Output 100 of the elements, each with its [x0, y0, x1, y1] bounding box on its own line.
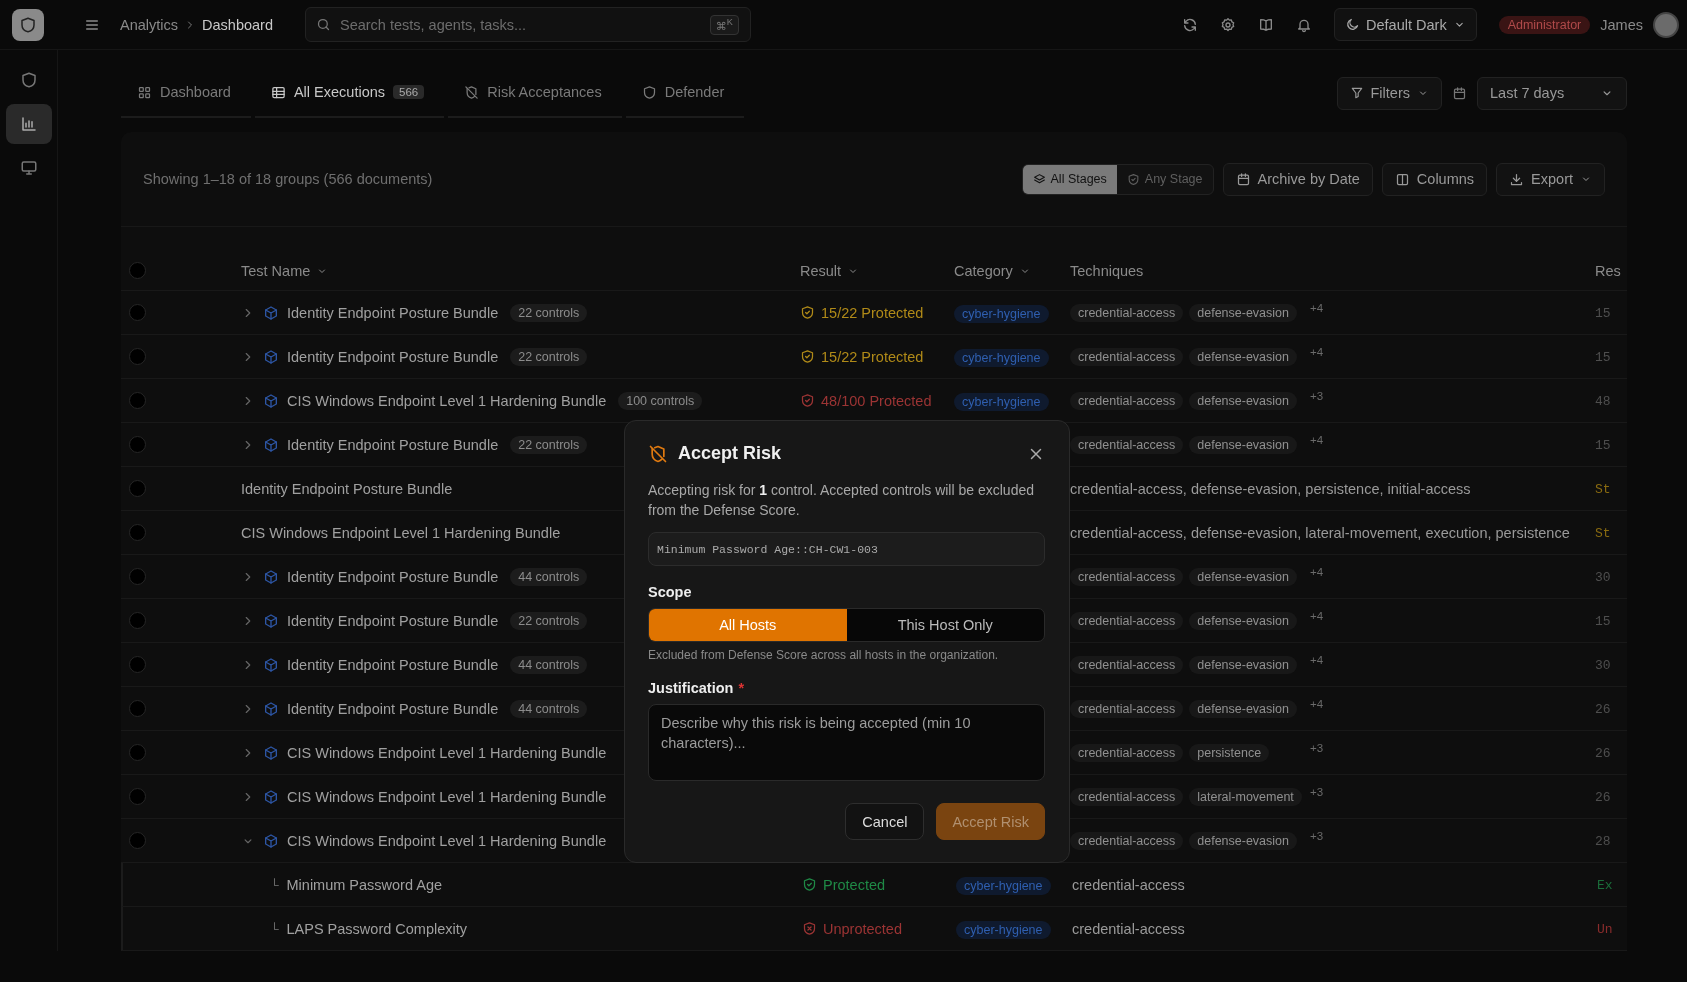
test-name[interactable]: Identity Endpoint Posture Bundle: [287, 348, 499, 365]
technique-tag: credential-access: [1070, 699, 1184, 718]
result-status: 15/22 Protected: [821, 304, 924, 321]
techniques-text: credential-access, defense-evasion, lateral-movement, execution, persistence: [1070, 524, 1570, 541]
table-cell: Ex: [1597, 878, 1613, 893]
result-status: 15/22 Protected: [821, 348, 924, 365]
technique-tag: credential-access: [1070, 391, 1184, 410]
technique-tag: credential-access: [1070, 567, 1184, 586]
row-checkbox[interactable]: [129, 568, 146, 585]
tab[interactable]: Dashboard: [121, 68, 251, 118]
row-checkbox[interactable]: [129, 480, 146, 497]
shield-off-icon: [648, 443, 668, 464]
row-checkbox[interactable]: [129, 832, 146, 849]
column-header[interactable]: Test Name: [241, 262, 311, 279]
category-tag: cyber-hygiene: [954, 348, 1049, 367]
book-icon[interactable]: [1258, 16, 1275, 33]
technique-tag: defense-evasion: [1189, 831, 1297, 850]
table-cell: 26: [1595, 746, 1611, 761]
category-tag: cyber-hygiene: [954, 392, 1049, 411]
tab[interactable]: Defender: [625, 68, 745, 118]
table-cell: 48: [1595, 394, 1611, 409]
test-name[interactable]: CIS Windows Endpoint Level 1 Hardening Bundle: [287, 744, 607, 761]
columns-button[interactable]: Columns: [1381, 162, 1488, 196]
settings-icon[interactable]: [1220, 16, 1237, 33]
technique-tag: lateral-movement: [1189, 787, 1302, 806]
required-mark: *: [738, 680, 745, 696]
sidebar-item[interactable]: [5, 104, 52, 144]
test-name[interactable]: Identity Endpoint Posture Bundle: [287, 436, 499, 453]
cube-icon: [263, 744, 279, 761]
date-range-select[interactable]: Last 7 days: [1477, 76, 1627, 110]
table-cell: 26: [1595, 702, 1611, 717]
controls-count: 44 controls: [510, 699, 588, 718]
more-count: +3: [1310, 785, 1324, 798]
table-cell: 15: [1595, 614, 1611, 629]
archive-button[interactable]: Archive by Date: [1222, 162, 1373, 196]
dialog-message: Accepting risk for 1 control. Accepted controls will be excluded from the Defense Score.: [648, 481, 1035, 520]
tab[interactable]: All Executions 566: [254, 68, 445, 118]
table-cell: 26: [1595, 790, 1611, 805]
justification-field[interactable]: Describe why this risk is being accepted (min 10 characters)...: [648, 704, 1045, 781]
app-logo[interactable]: [12, 8, 44, 41]
technique-tag: credential-access: [1070, 611, 1184, 630]
tab[interactable]: Risk Acceptances: [448, 68, 622, 118]
test-name[interactable]: Identity Endpoint Posture Bundle: [287, 656, 499, 673]
technique-tag: credential-access: [1070, 831, 1184, 850]
controls-count: 22 controls: [510, 347, 588, 366]
technique-tag: defense-evasion: [1189, 391, 1297, 410]
row-checkbox[interactable]: [129, 348, 146, 365]
category-tag: cyber-hygiene: [956, 876, 1051, 895]
field-label: Scope: [648, 584, 692, 600]
test-name[interactable]: LAPS Password Complexity: [286, 920, 468, 937]
column-header[interactable]: Category: [954, 262, 1013, 279]
filters-button[interactable]: Filters: [1336, 76, 1442, 110]
table-cell: 15: [1595, 350, 1611, 365]
cube-icon: [263, 348, 279, 365]
test-name[interactable]: Identity Endpoint Posture Bundle: [287, 612, 499, 629]
breadcrumb-link[interactable]: Dashboard: [202, 16, 273, 33]
select-all-checkbox[interactable]: [129, 262, 146, 279]
test-name[interactable]: Identity Endpoint Posture Bundle: [287, 304, 499, 321]
scope-option[interactable]: This Host Only: [846, 609, 1044, 641]
field-label: Justification: [648, 680, 734, 696]
row-checkbox[interactable]: [129, 392, 146, 409]
cube-icon: [263, 304, 279, 321]
test-name[interactable]: CIS Windows Endpoint Level 1 Hardening Bundle: [287, 832, 607, 849]
test-name[interactable]: Identity Endpoint Posture Bundle: [287, 700, 499, 717]
technique-tag: defense-evasion: [1189, 435, 1297, 454]
cube-icon: [263, 788, 279, 805]
user-avatar[interactable]: [1653, 11, 1679, 38]
row-checkbox[interactable]: [129, 700, 146, 717]
controls-count: 100 controls: [618, 391, 703, 410]
row-checkbox[interactable]: [129, 436, 146, 453]
test-name[interactable]: Identity Endpoint Posture Bundle: [287, 568, 499, 585]
test-name[interactable]: CIS Windows Endpoint Level 1 Hardening Bundle: [287, 392, 607, 409]
more-count: +3: [1310, 741, 1324, 754]
more-count: +4: [1310, 345, 1324, 358]
calendar-icon: [1452, 85, 1467, 101]
more-count: +3: [1310, 389, 1324, 402]
shield-icon: [19, 15, 37, 34]
row-checkbox[interactable]: [129, 788, 146, 805]
grid-icon: [137, 84, 152, 100]
column-header[interactable]: Result: [800, 262, 842, 279]
refresh-icon[interactable]: [1182, 16, 1199, 33]
row-checkbox[interactable]: [129, 524, 146, 541]
row-checkbox[interactable]: [129, 304, 146, 321]
techniques-text: credential-access: [1072, 920, 1185, 937]
breadcrumb-link[interactable]: Analytics: [120, 16, 179, 33]
test-name[interactable]: CIS Windows Endpoint Level 1 Hardening Bundle: [287, 788, 607, 805]
table-cell: 30: [1595, 570, 1611, 585]
row-checkbox[interactable]: [129, 744, 146, 761]
control-field[interactable]: Minimum Password Age::CH-CW1-003: [648, 532, 1045, 566]
test-name[interactable]: Minimum Password Age: [286, 876, 443, 893]
table-cell: 28: [1595, 834, 1611, 849]
cancel-button[interactable]: Cancel: [845, 803, 925, 840]
row-checkbox[interactable]: [129, 656, 146, 673]
shield-check-icon: [1126, 172, 1140, 186]
row-checkbox[interactable]: [129, 612, 146, 629]
more-count: +4: [1310, 433, 1324, 446]
export-button[interactable]: Export: [1496, 162, 1605, 196]
stage-option[interactable]: All Stages: [1022, 164, 1117, 194]
theme-selector[interactable]: Default Dark: [1334, 8, 1477, 41]
columns-icon: [1394, 171, 1410, 187]
